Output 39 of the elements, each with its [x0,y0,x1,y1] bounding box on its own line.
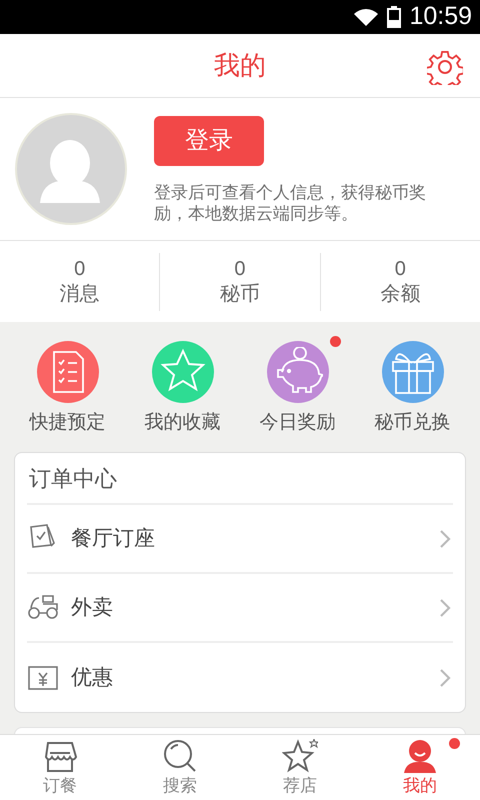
card-title: 订单中心 [27,453,453,505]
shortcut-label[interactable]: 我的收藏 [144,409,220,438]
order-list-item[interactable]: 优惠 [27,643,453,712]
shortcut-label[interactable]: 快捷预定 [30,409,106,438]
nav-tab[interactable]: 荐店 [240,735,360,800]
avatar-icon [15,113,127,225]
battery-icon [387,6,402,28]
settings-icon[interactable] [427,49,463,85]
chevron-right-icon [439,598,451,618]
nav-tab[interactable]: 我的 [360,735,480,800]
stat-value: 0 [234,256,246,280]
list-item-label: 外卖 [71,594,114,621]
login-hint: 登录后可查看个人信息，获得秘币奖励，本地数据云端同步等。 [154,182,427,224]
nav-label: 荐店 [283,775,317,797]
nav-label: 我的 [403,775,437,797]
order-list-item[interactable]: 餐厅订座 [27,505,453,574]
star-icon [282,739,318,775]
stat-label: 消息 [60,282,100,306]
shortcut-label[interactable]: 秘币兑换 [374,409,450,438]
stat-value: 0 [74,256,86,280]
order-list-item[interactable]: 外卖 [27,574,453,643]
shortcut-label[interactable]: 今日奖励 [260,409,336,438]
storefront-icon [42,739,78,775]
wifi-icon [353,7,380,27]
chevron-right-icon [439,668,451,688]
stat-value: 0 [394,256,406,280]
clock-time: 10:59 [409,1,472,32]
nav-label: 搜索 [163,775,197,797]
person-icon [402,739,438,775]
page-title: 我的 [214,49,266,82]
stat-label: 余额 [380,282,420,306]
nav-tab[interactable]: 搜索 [120,735,240,800]
nav-label: 订餐 [43,775,77,797]
list-item-label: 餐厅订座 [71,526,156,552]
stat-label: 秘币 [220,282,260,306]
list-item-label: 优惠 [71,664,114,691]
nav-tab[interactable]: 订餐 [0,735,120,800]
chevron-right-icon [439,528,451,548]
login-button[interactable]: 登录 [154,116,264,166]
